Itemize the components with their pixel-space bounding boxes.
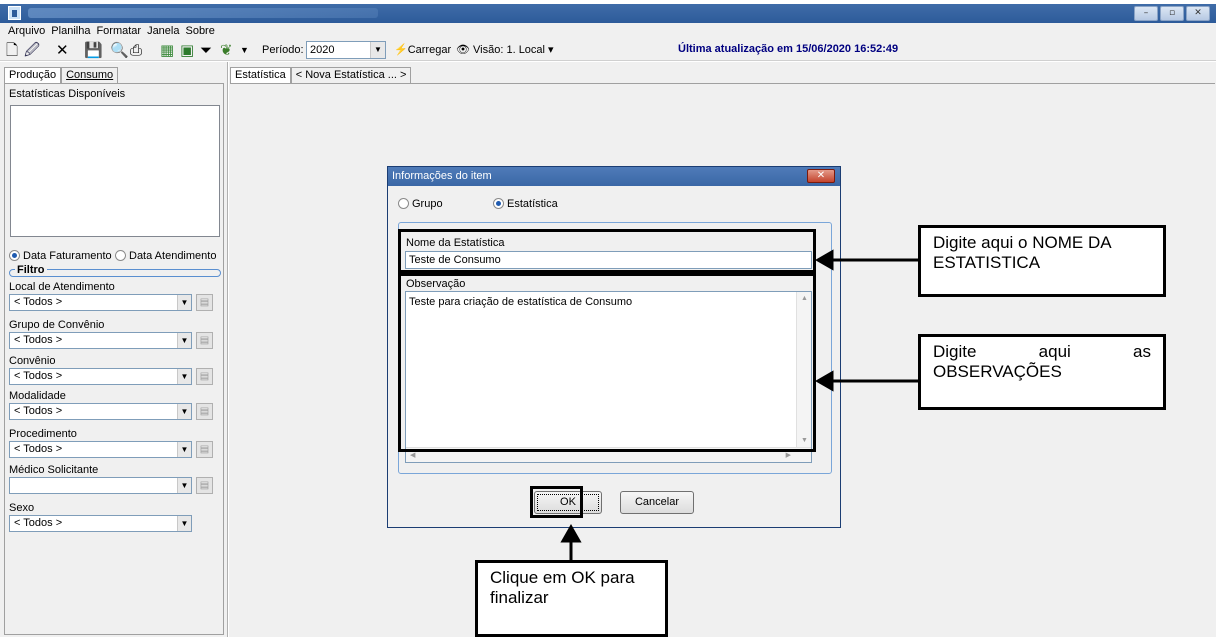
chevron-down-icon: ▼ (177, 333, 191, 348)
delete-icon[interactable]: ✕ (56, 41, 69, 59)
filter-label-convenio: Convênio (9, 355, 56, 367)
filter-label-medico: Médico Solicitante (9, 464, 99, 476)
periodo-select[interactable]: 2020 ▼ (306, 41, 386, 59)
periodo-label: Período: (262, 44, 304, 56)
periodo-value: 2020 (310, 44, 335, 56)
window-titlebar: – ▫ ✕ (0, 4, 1216, 23)
last-update-text: Última atualização em 15/06/2020 16:52:4… (678, 43, 899, 55)
tab-producao[interactable]: Produção (4, 67, 62, 83)
dialog-title: Informações do item (392, 170, 492, 182)
menu-planilha[interactable]: Planilha (51, 23, 90, 39)
annotation-nome: Digite aqui o NOME DA ESTATISTICA (918, 225, 1166, 297)
print-preview-icon[interactable]: 🔍 (110, 41, 129, 59)
filter-modalidade-select[interactable]: < Todos > ▼ (9, 403, 192, 420)
chart-icon[interactable]: ❦ (220, 41, 233, 59)
dialog-close-button[interactable]: ✕ (807, 169, 835, 183)
filter-label-local: Local de Atendimento (9, 281, 115, 293)
filter-icon[interactable]: ⏷ (200, 41, 212, 59)
estatisticas-label: Estatísticas Disponíveis (9, 88, 126, 100)
menu-sobre[interactable]: Sobre (185, 23, 214, 39)
app-icon (8, 6, 21, 20)
filter-medico-multi-button[interactable]: ▤ (196, 477, 213, 494)
filter-medico-select[interactable]: ▼ (9, 477, 192, 494)
filter-procedimento-select[interactable]: < Todos > ▼ (9, 441, 192, 458)
eye-icon: 👁 (456, 44, 470, 56)
lightning-icon: ⚡ (394, 44, 408, 56)
tab-consumo[interactable]: Consumo (61, 67, 119, 83)
toolbar: 🗋 🖉 ✕ 💾 🔍 ⎙ ▦ ▣ ⏷ ❦ ▼ Período: 2020 ▼ ⚡C… (0, 39, 1216, 61)
print-icon[interactable]: ⎙ (130, 41, 142, 59)
close-button[interactable]: ✕ (1186, 6, 1210, 21)
chevron-down-icon: ▼ (177, 404, 191, 419)
tab-nova-estatistica[interactable]: < Nova Estatística ... > (290, 67, 412, 83)
chevron-down-icon: ▼ (177, 442, 191, 457)
radio-unchecked-icon (398, 198, 409, 209)
save-icon[interactable]: 💾 (84, 41, 103, 59)
edit-icon[interactable]: 🖉 (24, 41, 40, 59)
chevron-down-icon: ▼ (177, 369, 191, 384)
radio-grupo[interactable]: Grupo (398, 198, 443, 210)
radio-checked-icon (9, 250, 20, 261)
highlight-nome (398, 229, 816, 273)
menu-formatar[interactable]: Formatar (96, 23, 141, 39)
left-panel: Produção Consumo Estatísticas Disponívei… (0, 62, 228, 637)
radio-data-atendimento[interactable]: Data Atendimento (115, 250, 216, 262)
filtro-label: Filtro (15, 264, 47, 276)
annotation-obs: Digite aqui as OBSERVAÇÕES (918, 334, 1166, 410)
annotation-ok: Clique em OK para finalizar (475, 560, 668, 637)
menubar: Arquivo Planilha Formatar Janela Sobre (0, 23, 1216, 39)
highlight-ok (530, 486, 583, 518)
new-file-icon[interactable]: 🗋 (6, 41, 18, 59)
highlight-observacao (398, 273, 816, 452)
chart-dropdown-icon[interactable]: ▼ (240, 43, 249, 57)
window-title-blurred (28, 8, 378, 18)
filter-grupo-convenio-multi-button[interactable]: ▤ (196, 332, 213, 349)
radio-checked-icon (493, 198, 504, 209)
filter-label-grupo-convenio: Grupo de Convênio (9, 319, 105, 331)
visao-dropdown[interactable]: 👁 Visão: 1. Local ▾ (456, 43, 554, 57)
filter-local-select[interactable]: < Todos > ▼ (9, 294, 192, 311)
dialog-titlebar: Informações do item ✕ (388, 167, 840, 186)
chevron-down-icon: ▼ (370, 42, 385, 58)
filter-label-modalidade: Modalidade (9, 390, 66, 402)
maximize-button[interactable]: ▫ (1160, 6, 1184, 21)
scroll-right-icon: ▶ (785, 452, 791, 459)
estatisticas-listbox[interactable] (10, 105, 220, 237)
radio-estatistica[interactable]: Estatística (493, 198, 558, 210)
filter-convenio-select[interactable]: < Todos > ▼ (9, 368, 192, 385)
filter-grupo-convenio-select[interactable]: < Todos > ▼ (9, 332, 192, 349)
cancel-button[interactable]: Cancelar (620, 491, 694, 514)
carregar-button[interactable]: ⚡Carregar (394, 43, 451, 57)
tab-estatistica[interactable]: Estatística (230, 67, 291, 83)
scroll-left-icon: ◀ (410, 452, 416, 459)
menu-janela[interactable]: Janela (147, 23, 179, 39)
chevron-down-icon: ▼ (177, 295, 191, 310)
excel-icon[interactable]: ▣ (180, 41, 194, 59)
filter-procedimento-multi-button[interactable]: ▤ (196, 441, 213, 458)
filter-sexo-select[interactable]: < Todos > ▼ (9, 515, 192, 532)
filter-label-procedimento: Procedimento (9, 428, 77, 440)
chevron-down-icon: ▼ (177, 516, 191, 531)
filter-convenio-multi-button[interactable]: ▤ (196, 368, 213, 385)
filter-modalidade-multi-button[interactable]: ▤ (196, 403, 213, 420)
filter-label-sexo: Sexo (9, 502, 35, 514)
grid-icon[interactable]: ▦ (160, 41, 174, 59)
radio-data-faturamento[interactable]: Data Faturamento (9, 250, 112, 262)
menu-arquivo[interactable]: Arquivo (8, 23, 45, 39)
radio-unchecked-icon (115, 250, 126, 261)
chevron-down-icon: ▼ (177, 478, 191, 493)
minimize-button[interactable]: – (1134, 6, 1158, 21)
filter-local-multi-button[interactable]: ▤ (196, 294, 213, 311)
